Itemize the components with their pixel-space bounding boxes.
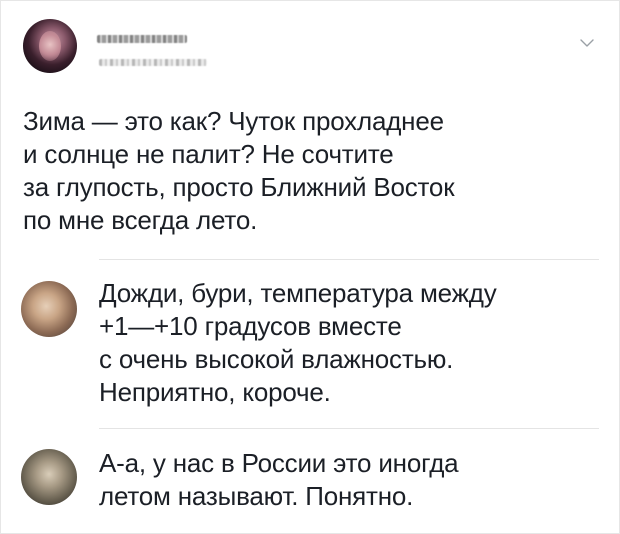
- reply-item: Дожди, бури, температура между +1—+10 гр…: [21, 277, 601, 417]
- divider: [99, 428, 599, 429]
- reply-item: А-а, у нас в России это иногда летом наз…: [21, 447, 601, 519]
- post-header: [21, 17, 601, 87]
- author-avatar[interactable]: [23, 19, 77, 73]
- tweet-thread: Зима — это как? Чуток прохладнее и солнц…: [0, 0, 620, 534]
- divider: [99, 259, 599, 260]
- blurred-author-name: [97, 35, 187, 43]
- post-text: Зима — это как? Чуток прохладнее и солнц…: [23, 106, 455, 235]
- reply-text: А-а, у нас в России это иногда летом наз…: [99, 448, 459, 511]
- blurred-author-handle: [99, 59, 207, 66]
- avatar-face: [39, 31, 61, 61]
- reply-text: Дожди, бури, температура между +1—+10 гр…: [99, 278, 497, 407]
- reply-avatar[interactable]: [21, 449, 77, 505]
- chevron-down-icon[interactable]: [579, 35, 595, 51]
- reply-avatar[interactable]: [21, 281, 77, 337]
